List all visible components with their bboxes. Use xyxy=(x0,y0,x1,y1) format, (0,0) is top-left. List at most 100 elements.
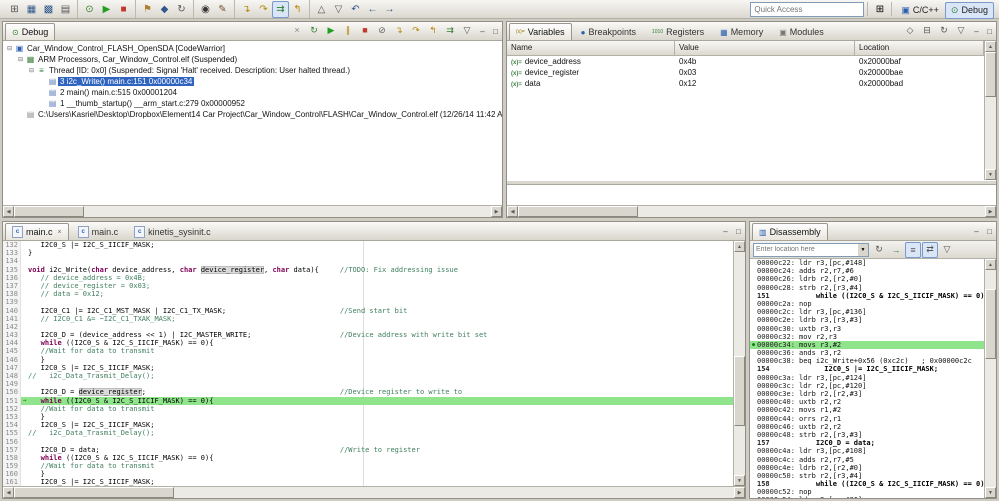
sync-context-icon[interactable]: ⇄ xyxy=(922,241,938,258)
variable-row[interactable]: (x)= data 0x12 0x20000bad xyxy=(507,78,984,89)
goto-pc-icon[interactable]: → xyxy=(888,242,904,258)
debug-icon[interactable]: ⊙ xyxy=(81,1,98,18)
disassembly-line[interactable]: ● 00000c34: movs r3,#2 xyxy=(750,340,984,350)
line-number[interactable]: 161 xyxy=(3,478,21,486)
terminate-icon[interactable]: ■ xyxy=(357,22,373,38)
disassembly-line[interactable]: 00000c36: ands r3,r2 xyxy=(750,349,984,357)
disconnect-icon[interactable]: ⊘ xyxy=(374,22,390,38)
disassembly-line[interactable]: 00000c4c: adds r2,r7,#5 xyxy=(750,456,984,464)
search-icon[interactable]: ◉ xyxy=(197,1,214,18)
refresh-icon[interactable]: ↻ xyxy=(936,22,952,38)
location-combo-arrow-icon[interactable]: ▼ xyxy=(858,242,869,257)
line-number[interactable]: 154 xyxy=(3,421,21,430)
remove-all-terminated-icon[interactable]: × xyxy=(289,22,305,38)
variable-row[interactable]: (x)= device_address 0x4b 0x20000baf xyxy=(507,56,984,67)
line-number[interactable]: 158 xyxy=(3,453,21,463)
line-number[interactable]: 155 xyxy=(3,429,21,438)
disassembly-line[interactable]: 00000c4e: ldrb r2,[r2,#0] xyxy=(750,464,984,472)
disassembly-line[interactable]: 00000c2a: nop xyxy=(750,300,984,308)
forward-history-icon[interactable]: → xyxy=(381,1,398,18)
line-number[interactable]: 145 xyxy=(3,347,21,356)
disassembly-line[interactable]: 00000c38: beq i2c_Write+0x56 (0xc2c) ; 0x… xyxy=(750,357,984,365)
view-menu-icon[interactable]: ▽ xyxy=(459,22,475,38)
location-input[interactable] xyxy=(753,242,859,257)
scrollbar-thumb[interactable] xyxy=(734,356,745,426)
line-number[interactable]: 139 xyxy=(3,298,21,307)
minimize-button[interactable]: – xyxy=(476,25,489,38)
column-header-value[interactable]: Value xyxy=(675,41,855,56)
previous-annotation-icon[interactable]: △ xyxy=(313,1,330,18)
line-number[interactable]: 135 xyxy=(3,265,21,274)
new-file-icon[interactable]: ⊞ xyxy=(6,1,23,18)
disassembly-line[interactable]: 00000c22: ldr r3,[pc,#148] xyxy=(750,259,984,267)
line-number[interactable]: 150 xyxy=(3,388,21,397)
disassembly-line[interactable]: 00000c46: uxtb r2,r2 xyxy=(750,423,984,431)
disassembly-line[interactable]: 00000c3e: ldrb r2,[r2,#3] xyxy=(750,390,984,398)
tab-disassembly[interactable]: ▥ Disassembly xyxy=(752,223,828,240)
line-number[interactable]: 137 xyxy=(3,281,21,291)
line-number[interactable]: 151 xyxy=(3,396,21,405)
flash-programmer-icon[interactable]: ⚑ xyxy=(139,1,156,18)
scroll-up-icon[interactable]: ▲ xyxy=(734,241,745,252)
tab-debug[interactable]: ⊙ Debug xyxy=(5,23,56,40)
disassembly-line[interactable]: 00000c28: strb r2,[r3,#4] xyxy=(750,284,984,292)
scroll-right-icon[interactable]: ▶ xyxy=(985,206,996,217)
line-number[interactable]: 140 xyxy=(3,306,21,315)
debug-tree-item[interactable]: ⊟ ≡ Thread [ID: 0x0] (Suspended: Signal 'H… xyxy=(3,65,502,76)
line-number[interactable]: 146 xyxy=(3,355,21,364)
scroll-left-icon[interactable]: ◀ xyxy=(3,206,14,217)
view-menu-icon[interactable]: ▽ xyxy=(939,242,955,258)
refresh-icon[interactable]: ↻ xyxy=(871,242,887,258)
line-number[interactable]: 149 xyxy=(3,380,21,389)
disassembly-line[interactable]: 157 I2C0_D = data; xyxy=(750,439,984,447)
disassembly-line[interactable]: 00000c30: uxtb r3,r3 xyxy=(750,325,984,333)
scroll-down-icon[interactable]: ▼ xyxy=(985,169,996,180)
tab-modules[interactable]: ▣ Modules xyxy=(772,23,831,40)
disassembly-line[interactable]: 00000c3c: ldr r2,[pc,#120] xyxy=(750,382,984,390)
back-history-icon[interactable]: ← xyxy=(364,1,381,18)
disassembly-line[interactable]: 00000c24: adds r2,r7,#6 xyxy=(750,267,984,275)
line-number[interactable]: 156 xyxy=(3,437,21,446)
step-over-icon[interactable]: ↷ xyxy=(255,1,272,18)
instruction-stepping-icon[interactable]: ⇉ xyxy=(272,0,289,18)
disassembly-line[interactable]: 00000c2e: ldrb r3,[r3,#3] xyxy=(750,316,984,324)
minimize-button[interactable]: – xyxy=(970,25,983,38)
disassembly-line[interactable]: 00000c50: strb r2,[r3,#4] xyxy=(750,472,984,480)
code-area[interactable]: 132 I2C0_S |= I2C_S_IICIF_MASK; 133} 134 1… xyxy=(3,241,733,486)
maximize-button[interactable]: □ xyxy=(983,25,996,38)
scroll-right-icon[interactable]: ▶ xyxy=(491,206,502,217)
save-icon[interactable]: ▦ xyxy=(23,1,40,18)
debug-tree-item[interactable]: ▤ 3 i2c_Write() main.c:151 0x00000c34 xyxy=(3,76,502,87)
scroll-down-icon[interactable]: ▼ xyxy=(734,475,745,486)
line-number[interactable]: 153 xyxy=(3,412,21,422)
editor-tab-main-c[interactable]: c main.c xyxy=(71,223,126,240)
variables-vertical-scrollbar[interactable]: ▲ ▼ xyxy=(984,41,996,180)
scroll-left-icon[interactable]: ◀ xyxy=(3,487,14,498)
disassembly-line[interactable]: 00000c42: movs r1,#2 xyxy=(750,406,984,414)
disassembly-line[interactable]: 00000c2c: ldr r3,[pc,#136] xyxy=(750,308,984,316)
editor-tab-kinetis_sysinit-c[interactable]: c kinetis_sysinit.c xyxy=(127,223,218,240)
editor-horizontal-scrollbar[interactable]: ◀ ▶ xyxy=(3,486,745,498)
scrollbar-thumb[interactable] xyxy=(985,52,996,97)
save-all-icon[interactable]: ▩ xyxy=(40,1,57,18)
debug-tree-item[interactable]: ▤ C:\Users\Kasriel\Desktop\Dropbox\Elemen… xyxy=(3,109,502,120)
line-number[interactable]: 152 xyxy=(3,404,21,413)
disassembly-line[interactable]: 00000c48: strb r2,[r3,#3] xyxy=(750,431,984,439)
line-number[interactable]: 157 xyxy=(3,445,21,454)
disassembly-line[interactable]: 00000c3a: ldr r3,[pc,#124] xyxy=(750,374,984,382)
perspective-cpp-button[interactable]: ▣ C/C++ xyxy=(895,2,945,19)
open-perspective-icon[interactable]: ⊞ xyxy=(871,1,888,18)
last-edit-location-icon[interactable]: ↶ xyxy=(347,1,364,18)
variables-horizontal-scrollbar[interactable]: ◀ ▶ xyxy=(507,205,996,217)
show-source-icon[interactable]: ≡ xyxy=(905,241,921,258)
scroll-up-icon[interactable]: ▲ xyxy=(985,41,996,52)
scroll-down-icon[interactable]: ▼ xyxy=(985,487,996,498)
terminate-icon[interactable]: ■ xyxy=(115,1,132,18)
step-into-icon[interactable]: ↴ xyxy=(238,1,255,18)
disassembly-line[interactable]: 151 while ((I2C0_S & I2C_S_IICIF_MASK) =… xyxy=(750,292,984,300)
debug-tree-item[interactable]: ⊟ ▦ ARM Processors, Car_Window_Control.elf… xyxy=(3,54,502,65)
editor-tab-main-c[interactable]: c main.c × xyxy=(5,223,69,240)
instruction-stepping-icon[interactable]: ⇉ xyxy=(442,22,458,38)
disassembly-line[interactable]: 00000c52: nop xyxy=(750,488,984,496)
maximize-button[interactable]: □ xyxy=(489,25,502,38)
